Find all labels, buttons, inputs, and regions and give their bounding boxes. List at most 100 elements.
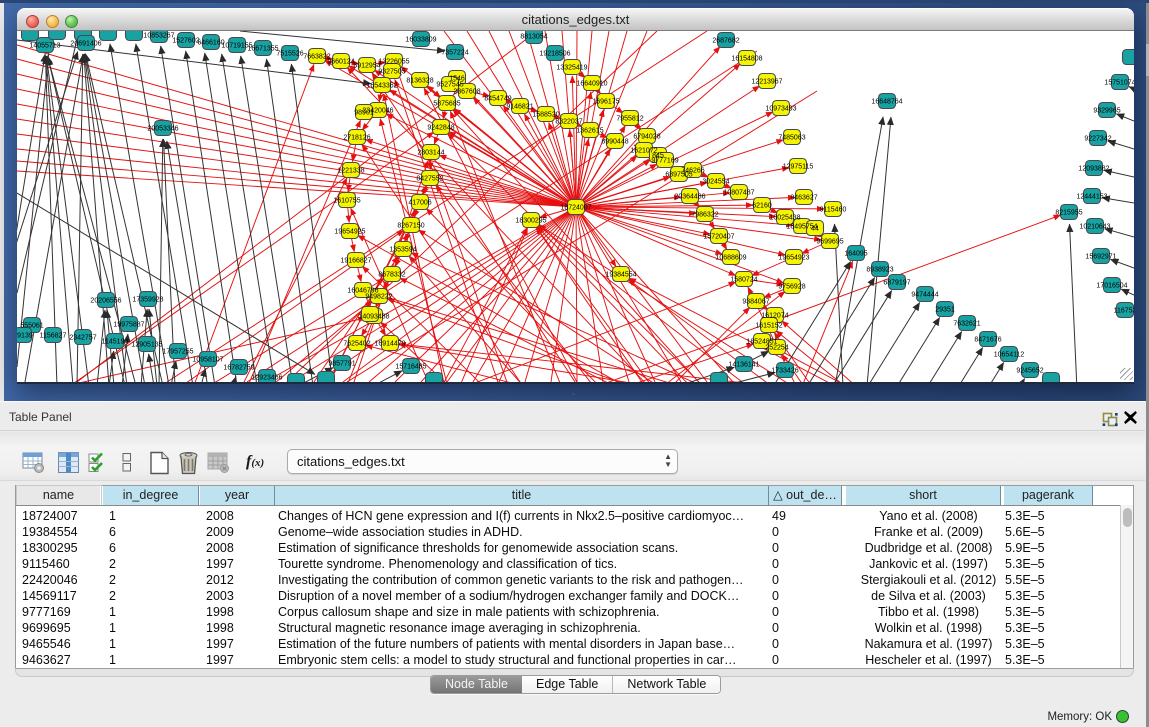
svg-text:8471676: 8471676 [974,337,1001,344]
svg-text:746266: 746266 [681,168,704,175]
svg-text:10025438: 10025438 [769,215,800,222]
svg-text:7357224: 7357224 [441,50,468,57]
svg-text:1527602: 1527602 [172,38,199,45]
svg-text:12213967: 12213967 [751,79,782,86]
svg-text:2803144: 2803144 [417,150,444,157]
svg-text:9498222: 9498222 [365,294,392,301]
svg-text:8938923: 8938923 [866,267,893,274]
svg-text:12975115: 12975115 [783,164,814,171]
svg-text:12444153: 12444153 [1076,194,1107,201]
svg-text:20206556: 20206556 [90,298,121,305]
svg-text:9756928: 9756928 [778,284,805,291]
svg-text:16671355: 16671355 [247,46,278,53]
svg-text:10654112: 10654112 [994,352,1025,359]
svg-text:12905135: 12905135 [131,342,162,349]
svg-text:16033809: 16033809 [405,37,436,44]
svg-text:8454749: 8454749 [484,96,511,103]
svg-text:9227342: 9227342 [1084,136,1111,143]
svg-text:17016504: 17016504 [1096,283,1127,290]
svg-text:555061: 555061 [20,323,43,330]
svg-text:8912954: 8912954 [353,63,380,70]
svg-text:19384554: 19384554 [605,272,636,279]
svg-text:9245652: 9245652 [1016,368,1043,375]
svg-text:15716485: 15716485 [395,364,426,371]
svg-text:9777169: 9777169 [651,158,678,165]
svg-text:14093488: 14093488 [358,314,389,321]
svg-text:1221338: 1221338 [337,168,364,175]
svg-text:19166827: 19166827 [340,258,371,265]
svg-text:8267150: 8267150 [397,223,424,230]
svg-text:10688609: 10688609 [715,255,746,262]
svg-text:18300295: 18300295 [515,218,546,225]
svg-text:2342757: 2342757 [69,335,96,342]
svg-text:15720407: 15720407 [703,234,734,241]
svg-text:13325419: 13325419 [556,65,587,72]
svg-text:1156827: 1156827 [40,333,67,340]
svg-text:6794028: 6794028 [633,134,660,141]
svg-text:9146821: 9146821 [506,104,533,111]
svg-text:18724007: 18724007 [560,205,591,212]
svg-text:7955812: 7955812 [616,116,643,123]
svg-text:7485063: 7485063 [778,135,805,142]
svg-text:12093882: 12093882 [1078,166,1109,173]
svg-text:98901: 98901 [354,110,374,117]
svg-text:16543362: 16543362 [366,83,397,90]
svg-text:5875685: 5875685 [433,101,460,108]
svg-text:16782759: 16782759 [223,365,254,372]
svg-text:164095: 164095 [844,251,867,258]
svg-text:1696175: 1696175 [592,99,619,106]
svg-text:19654925: 19654925 [334,229,365,236]
svg-text:15692971: 15692971 [1085,254,1116,261]
svg-text:19218506: 19218506 [539,51,570,58]
svg-text:10210643: 10210643 [1079,224,1110,231]
svg-text:8136328: 8136328 [406,78,433,85]
svg-text:1145194: 1145194 [102,339,129,346]
svg-text:10973493: 10973493 [765,106,796,113]
svg-text:9660124: 9660124 [327,59,354,66]
svg-text:10807487: 10807487 [723,190,754,197]
svg-text:16640910: 16640910 [576,81,607,88]
svg-text:9699695: 9699695 [816,239,843,246]
svg-text:13226055: 13226055 [378,59,409,66]
svg-text:417006: 417006 [408,200,431,207]
svg-text:62160: 62160 [752,203,772,210]
svg-text:20053346: 20053346 [147,126,178,133]
svg-text:7632621: 7632621 [953,321,980,328]
svg-text:9115460: 9115460 [820,207,847,214]
svg-text:9329965: 9329965 [1093,108,1120,115]
svg-text:1588520: 1588520 [532,112,559,119]
svg-text:1353594: 1353594 [389,247,416,254]
svg-text:39139: 39139 [17,333,33,340]
svg-text:6879197: 6879197 [883,280,910,287]
svg-text:16648764: 16648764 [871,99,902,106]
svg-text:29351: 29351 [935,307,955,314]
svg-text:14055713: 14055713 [29,43,60,50]
svg-text:10853267: 10853267 [143,33,174,40]
svg-text:9527545: 9527545 [436,82,463,89]
svg-text:8215955: 8215955 [1055,210,1082,217]
svg-text:9857791: 9857791 [328,361,355,368]
svg-text:1612074: 1612074 [761,313,788,320]
svg-text:19654923: 19654923 [778,255,809,262]
svg-text:8990448: 8990448 [601,139,628,146]
svg-text:9474444: 9474444 [911,292,938,299]
svg-text:3024554: 3024554 [702,179,729,186]
svg-text:7515526: 7515526 [276,51,303,58]
svg-text:1733426: 1733426 [771,368,798,375]
svg-text:7625402: 7625402 [343,341,370,348]
svg-text:19975887: 19975887 [113,322,144,329]
svg-text:17359928: 17359928 [132,297,163,304]
svg-text:10958107: 10958107 [192,357,223,364]
svg-text:14136141: 14136141 [728,362,759,369]
svg-text:12923466: 12923466 [251,375,282,382]
svg-text:2687682: 2687682 [712,38,739,45]
svg-text:8322037: 8322037 [555,119,582,126]
svg-text:1580724: 1580724 [730,277,757,284]
svg-text:8427552: 8427552 [416,176,443,183]
svg-text:15751074: 15751074 [1104,80,1134,87]
svg-text:1615152: 1615152 [755,323,782,330]
svg-text:9327505: 9327505 [378,69,405,76]
svg-text:1610755: 1610755 [333,198,360,205]
svg-text:116753: 116753 [1114,308,1134,315]
svg-text:8678332: 8678332 [378,272,405,279]
